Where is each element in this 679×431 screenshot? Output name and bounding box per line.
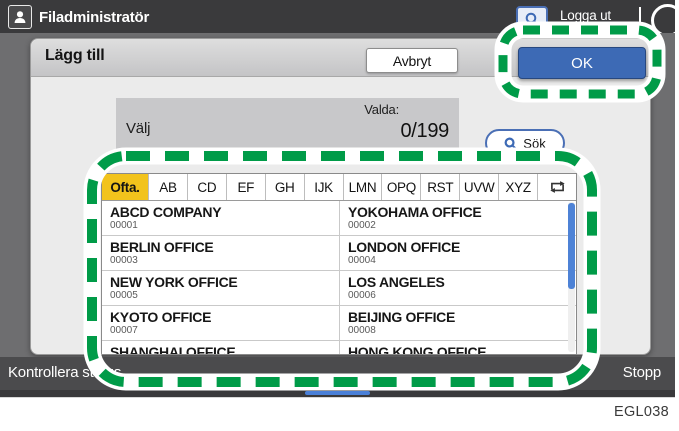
cancel-button[interactable]: Avbryt	[366, 48, 458, 73]
address-list: Ofta. AB CD EF GH IJK LMN OPQ RST UVW XY…	[101, 173, 577, 355]
bottombar: Kontrollera status Stopp	[0, 357, 675, 390]
user-badge: Filadministratör	[8, 5, 149, 29]
partial-circle-icon	[651, 4, 675, 33]
topbar-divider	[639, 7, 641, 27]
search-button[interactable]	[516, 6, 548, 31]
stop-button[interactable]: Stopp	[623, 364, 661, 381]
scrollbar[interactable]	[568, 202, 575, 352]
list-item[interactable]: YOKOHAMA OFFICE 00002	[339, 201, 576, 235]
tab-cd[interactable]: CD	[188, 174, 227, 200]
check-status-button[interactable]: Kontrollera status	[8, 364, 121, 381]
list-item[interactable]: HONG KONG OFFICE	[339, 341, 576, 354]
tab-xyz[interactable]: XYZ	[499, 174, 538, 200]
list-row: KYOTO OFFICE 00007 BEIJING OFFICE 00008	[102, 306, 576, 341]
switch-view-button[interactable]	[538, 174, 576, 200]
tab-ofta[interactable]: Ofta.	[102, 174, 149, 200]
topbar: Filadministratör Logga ut	[0, 0, 675, 33]
nav-strip	[0, 390, 675, 397]
list-item[interactable]: NEW YORK OFFICE 00005	[102, 271, 339, 305]
search-entries-button[interactable]: Sök	[485, 129, 565, 157]
list-item[interactable]: BEIJING OFFICE 00008	[339, 306, 576, 340]
list-item[interactable]: LONDON OFFICE 00004	[339, 236, 576, 270]
tab-lmn[interactable]: LMN	[344, 174, 383, 200]
tab-gh[interactable]: GH	[266, 174, 305, 200]
tab-rst[interactable]: RST	[421, 174, 460, 200]
add-dialog: Lägg till Avbryt OK Välj Valda: 0/199 Sö…	[30, 38, 651, 355]
home-pill[interactable]	[305, 391, 370, 395]
tab-uvw[interactable]: UVW	[460, 174, 499, 200]
selected-label: Valda:	[364, 102, 399, 117]
magnifier-icon	[504, 137, 517, 150]
list-rows: ABCD COMPANY 00001 YOKOHAMA OFFICE 00002…	[102, 201, 576, 354]
list-row: BERLIN OFFICE 00003 LONDON OFFICE 00004	[102, 236, 576, 271]
user-name-label: Filadministratör	[39, 9, 149, 26]
tab-ijk[interactable]: IJK	[305, 174, 344, 200]
search-button-label: Sök	[523, 136, 545, 151]
device-bottom-edge	[0, 397, 675, 398]
select-label: Välj	[126, 120, 150, 137]
figure-canvas: Filadministratör Logga ut Lägg till Avbr…	[0, 0, 679, 431]
list-row: ABCD COMPANY 00001 YOKOHAMA OFFICE 00002	[102, 201, 576, 236]
list-item[interactable]: LOS ANGELES 00006	[339, 271, 576, 305]
selected-count: 0/199	[400, 120, 449, 143]
dialog-title: Lägg till	[45, 47, 105, 65]
list-item[interactable]: ABCD COMPANY 00001	[102, 201, 339, 235]
scrollbar-thumb[interactable]	[568, 203, 575, 289]
selection-summary-panel: Välj Valda: 0/199	[116, 98, 459, 153]
switch-view-icon	[548, 179, 567, 195]
logout-button[interactable]: Logga ut	[560, 8, 611, 23]
list-item[interactable]: SHANGHAI OFFICE	[102, 341, 339, 354]
list-row: SHANGHAI OFFICE HONG KONG OFFICE	[102, 341, 576, 354]
tab-ab[interactable]: AB	[149, 174, 188, 200]
ok-button[interactable]: OK	[518, 47, 646, 79]
list-item[interactable]: KYOTO OFFICE 00007	[102, 306, 339, 340]
tab-opq[interactable]: OPQ	[382, 174, 421, 200]
device-screen: Filadministratör Logga ut Lägg till Avbr…	[0, 0, 675, 398]
list-row: NEW YORK OFFICE 00005 LOS ANGELES 00006	[102, 271, 576, 306]
tab-ef[interactable]: EF	[227, 174, 266, 200]
list-item[interactable]: BERLIN OFFICE 00003	[102, 236, 339, 270]
figure-label: EGL038	[614, 404, 669, 420]
tab-row: Ofta. AB CD EF GH IJK LMN OPQ RST UVW XY…	[102, 174, 576, 201]
user-icon	[8, 5, 32, 29]
